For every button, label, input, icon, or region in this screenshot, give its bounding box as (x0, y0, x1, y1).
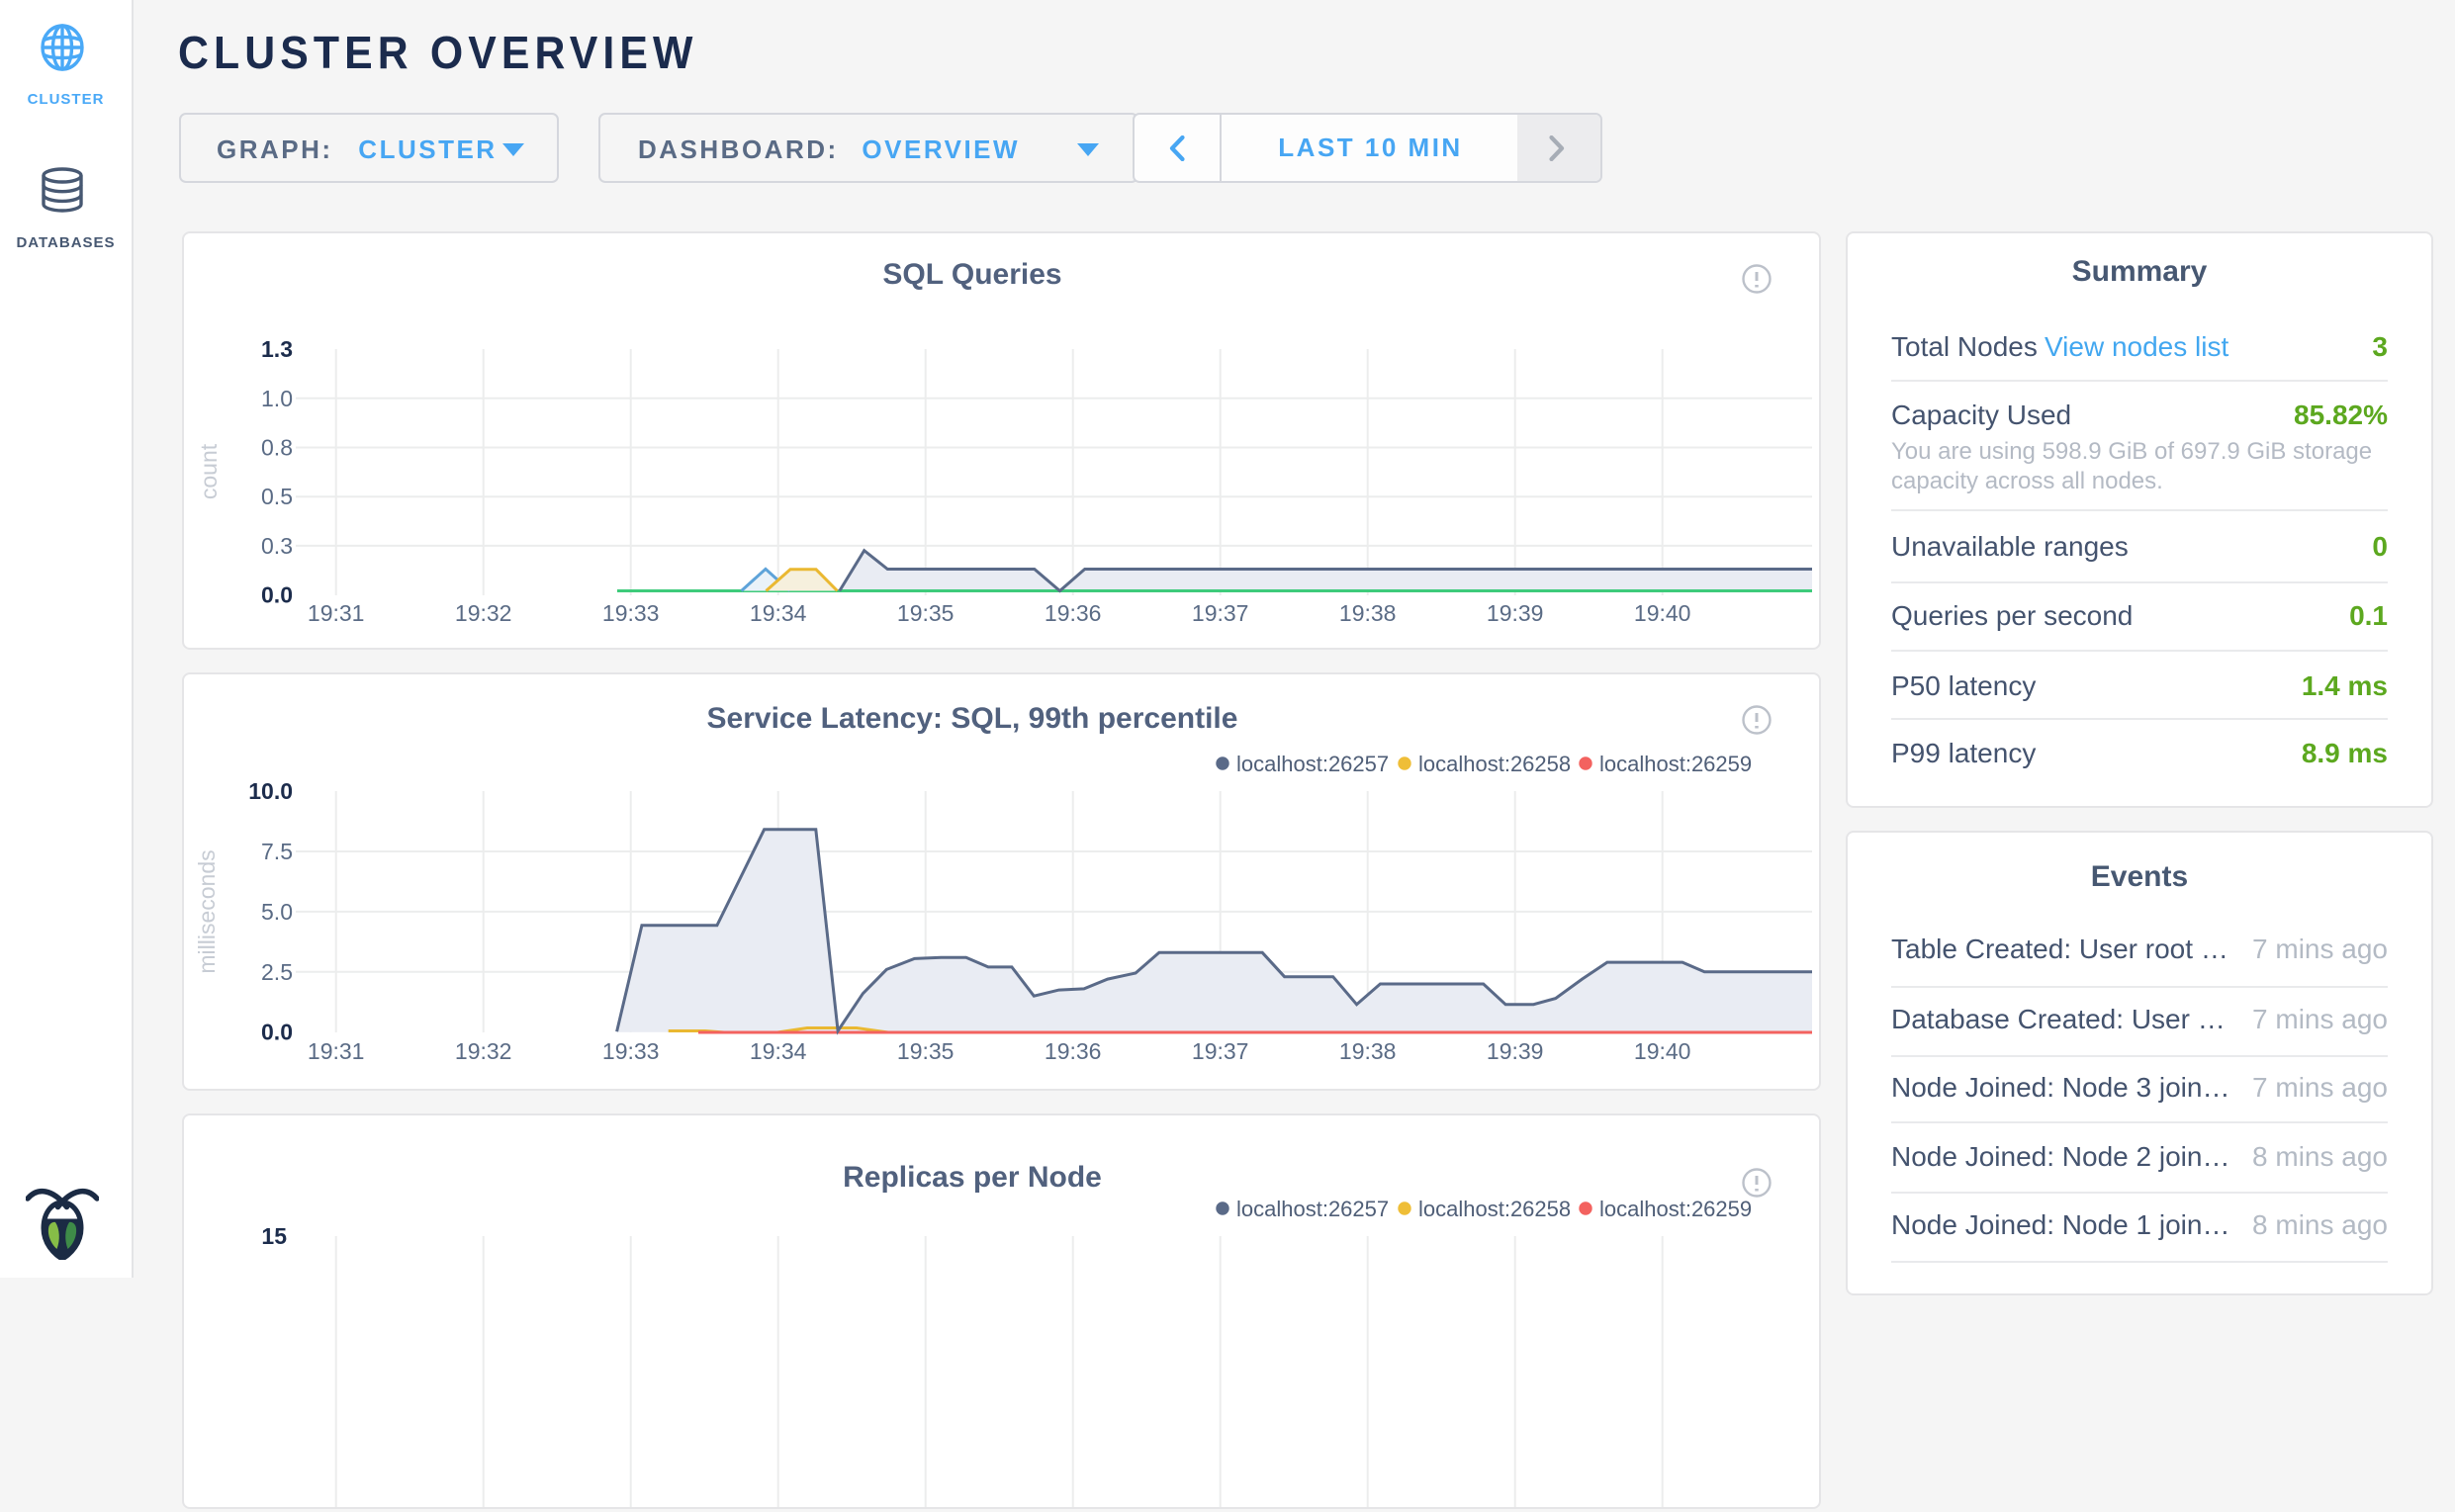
svg-text:19:32: 19:32 (455, 600, 512, 626)
svg-text:1.0: 1.0 (261, 386, 293, 411)
svg-text:10.0: 10.0 (248, 778, 293, 804)
svg-text:localhost:26258: localhost:26258 (1418, 752, 1571, 776)
svg-text:19:40: 19:40 (1634, 1038, 1691, 1064)
svg-text:19:39: 19:39 (1487, 1038, 1544, 1064)
svg-text:0.0: 0.0 (261, 582, 293, 608)
svg-text:SQL Queries: SQL Queries (882, 258, 1061, 291)
svg-text:19:40: 19:40 (1634, 600, 1691, 626)
svg-text:5.0: 5.0 (261, 899, 293, 925)
svg-text:0.8: 0.8 (261, 435, 293, 461)
svg-text:1.3: 1.3 (261, 336, 293, 362)
svg-text:19:35: 19:35 (897, 1038, 955, 1064)
svg-text:0.5: 0.5 (261, 484, 293, 509)
svg-text:19:38: 19:38 (1339, 600, 1397, 626)
svg-text:localhost:26257: localhost:26257 (1236, 1197, 1389, 1221)
svg-text:Service Latency: SQL, 99th per: Service Latency: SQL, 99th percentile (707, 702, 1238, 735)
svg-text:19:37: 19:37 (1192, 1038, 1249, 1064)
svg-text:localhost:26257: localhost:26257 (1236, 752, 1389, 776)
svg-text:19:36: 19:36 (1045, 600, 1102, 626)
svg-text:19:34: 19:34 (750, 600, 807, 626)
svg-text:19:39: 19:39 (1487, 600, 1544, 626)
svg-text:localhost:26259: localhost:26259 (1599, 1197, 1752, 1221)
svg-text:localhost:26258: localhost:26258 (1418, 1197, 1571, 1221)
svg-text:19:35: 19:35 (897, 600, 955, 626)
svg-text:2.5: 2.5 (261, 959, 293, 985)
svg-text:19:31: 19:31 (308, 600, 365, 626)
svg-text:0.3: 0.3 (261, 533, 293, 559)
svg-text:7.5: 7.5 (261, 839, 293, 864)
svg-text:19:33: 19:33 (602, 1038, 660, 1064)
svg-text:19:33: 19:33 (602, 600, 660, 626)
svg-text:19:36: 19:36 (1045, 1038, 1102, 1064)
svg-text:19:38: 19:38 (1339, 1038, 1397, 1064)
svg-text:19:31: 19:31 (308, 1038, 365, 1064)
svg-text:19:37: 19:37 (1192, 600, 1249, 626)
svg-text:localhost:26259: localhost:26259 (1599, 752, 1752, 776)
svg-text:19:34: 19:34 (750, 1038, 807, 1064)
svg-text:count: count (196, 443, 222, 499)
svg-text:Replicas per Node: Replicas per Node (843, 1161, 1102, 1194)
svg-text:0.0: 0.0 (261, 1020, 293, 1045)
svg-text:milliseconds: milliseconds (194, 849, 220, 973)
svg-text:15: 15 (261, 1223, 287, 1249)
svg-text:19:32: 19:32 (455, 1038, 512, 1064)
